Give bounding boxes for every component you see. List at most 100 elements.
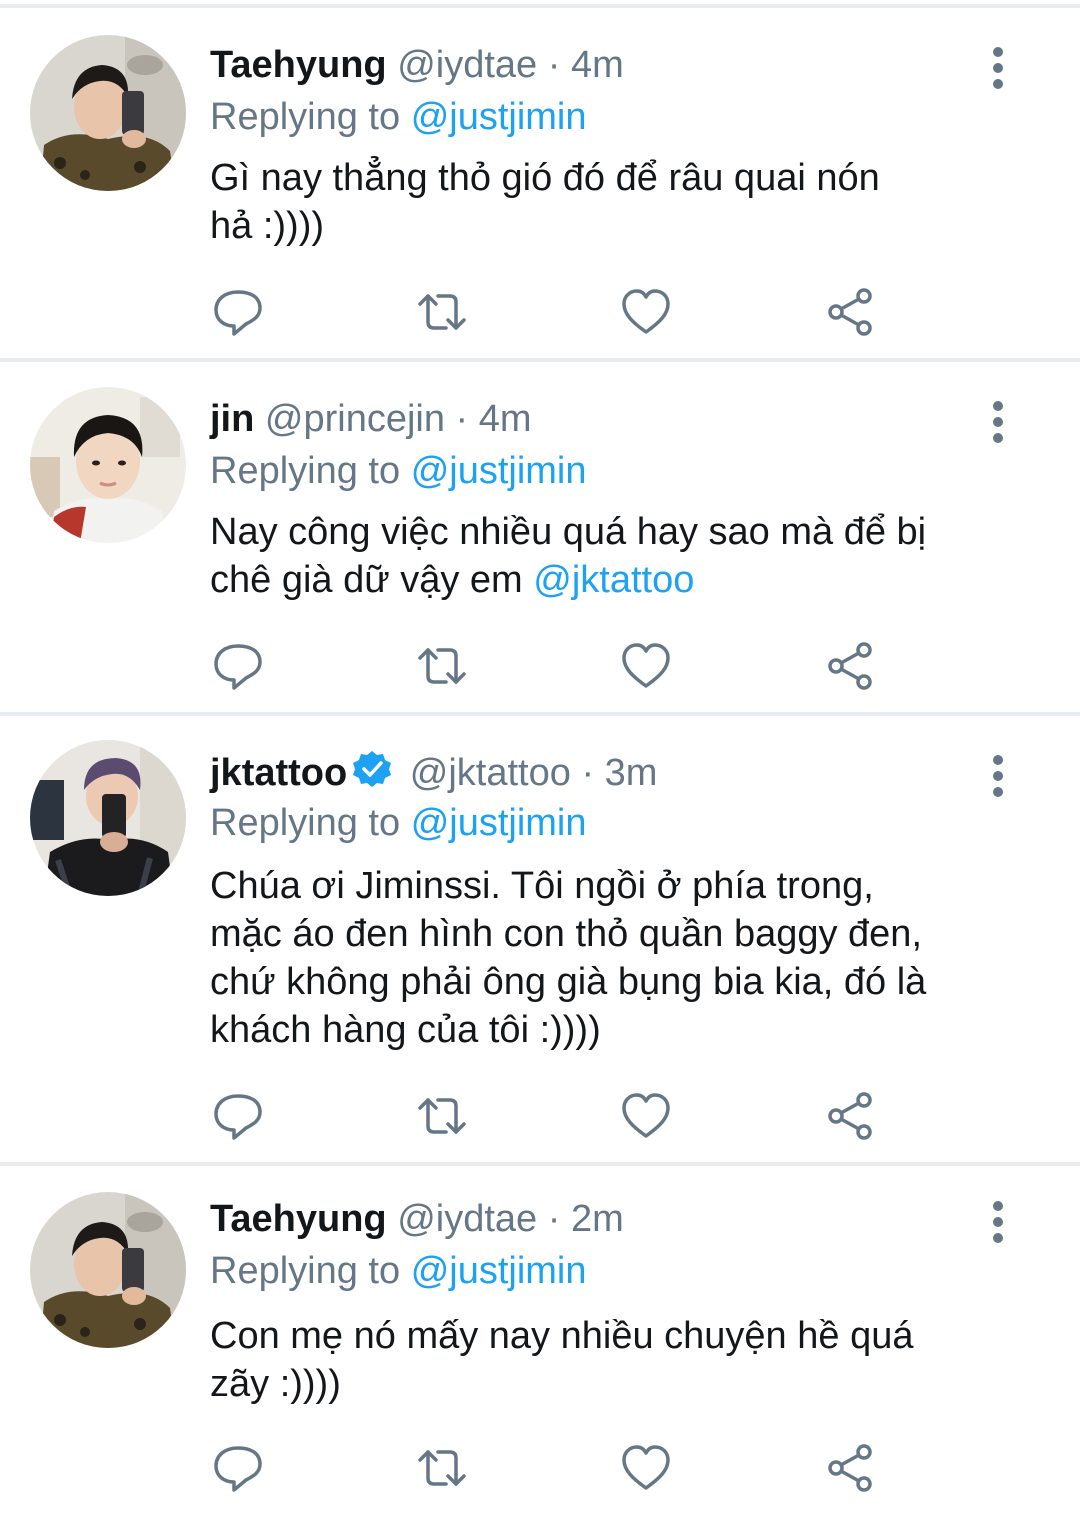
tweet-text-line: chê già dữ vậy em @jktattoo (210, 556, 1030, 604)
share-button[interactable] (822, 284, 878, 340)
heart-icon (622, 1445, 670, 1490)
retweet-icon (418, 294, 466, 330)
tweet-header: jktattoo @jktattoo · 3m (210, 748, 657, 798)
action-bar (210, 1088, 890, 1148)
heart-icon (622, 1093, 670, 1138)
more-vertical-icon[interactable] (980, 754, 1016, 798)
tweet-separator (0, 712, 1080, 716)
timestamp[interactable]: 3m (605, 752, 658, 794)
tweet-text-line: Nay công việc nhiều quá hay sao mà để bị (210, 511, 927, 553)
avatar[interactable] (30, 35, 186, 191)
action-bar (210, 638, 890, 698)
more-vertical-icon[interactable] (980, 1200, 1016, 1244)
reply-mention-link[interactable]: @justjimin (411, 96, 587, 138)
avatar-image (30, 35, 186, 191)
display-name[interactable]: jin (210, 398, 254, 440)
tweet-text-line: Gì nay thẳng thỏ gió đó để râu quai nón (210, 157, 880, 199)
user-handle[interactable]: @iydtae (397, 44, 537, 86)
reply-mention-link[interactable]: @justjimin (411, 802, 587, 844)
more-vertical-icon[interactable] (980, 400, 1016, 444)
user-handle[interactable]: @iydtae (397, 1198, 537, 1240)
share-icon (828, 1444, 872, 1492)
action-bar (210, 1440, 890, 1500)
timestamp[interactable]: 4m (479, 398, 532, 440)
retweet-icon (418, 1450, 466, 1486)
tweet-text-line: hả :)))) (210, 205, 324, 247)
like-button[interactable] (618, 638, 674, 694)
replying-to: Replying to @justjimin (210, 92, 587, 142)
retweet-button[interactable] (414, 1440, 470, 1496)
tweet-text-line: Con mẹ nó mấy nay nhiều chuyện hề quá (210, 1315, 914, 1357)
tweet-header: Taehyung @iydtae · 4m (210, 40, 624, 90)
share-button[interactable] (822, 638, 878, 694)
replying-to: Replying to @justjimin (210, 1246, 587, 1296)
share-icon (828, 642, 872, 690)
reply-mention-link[interactable]: @justjimin (411, 1250, 587, 1292)
share-icon (828, 288, 872, 336)
replying-label: Replying to (210, 450, 401, 492)
tweet-text-line: khách hàng của tôi :)))) (210, 1009, 601, 1051)
tweet-text-fragment: chê già dữ vậy em (210, 559, 534, 601)
heart-icon (622, 289, 670, 334)
separator-dot: · (547, 44, 561, 86)
tweet-text: Nay công việc nhiều quá hay sao mà để bị… (210, 508, 1030, 604)
display-name[interactable]: Taehyung (210, 44, 387, 86)
tweet-separator (0, 358, 1080, 362)
display-name[interactable]: jktattoo (210, 752, 347, 794)
tweet-text-line: Chúa ơi Jiminssi. Tôi ngồi ở phía trong, (210, 865, 874, 907)
reply-icon (214, 290, 262, 336)
verified-badge-icon (353, 751, 392, 787)
replying-to: Replying to @justjimin (210, 446, 587, 496)
tweet-text-line: mặc áo đen hình con thỏ quần baggy đen, (210, 913, 922, 955)
like-button[interactable] (618, 284, 674, 340)
retweet-icon (418, 1098, 466, 1134)
replying-label: Replying to (210, 96, 401, 138)
tweet-text: Con mẹ nó mấy nay nhiều chuyện hề quá zã… (210, 1312, 1030, 1408)
avatar[interactable] (30, 1192, 186, 1348)
tweet[interactable]: Taehyung @iydtae · 2m Replying to @justj… (0, 1192, 1080, 1519)
reply-mention-link[interactable]: @justjimin (411, 450, 587, 492)
reply-button[interactable] (210, 284, 266, 340)
tweet-header: jin @princejin · 4m (210, 394, 532, 444)
retweet-icon (418, 648, 466, 684)
tweet[interactable]: jin @princejin · 4m Replying to @justjim… (0, 387, 1080, 712)
reply-button[interactable] (210, 1440, 266, 1496)
heart-icon (622, 643, 670, 688)
avatar[interactable] (30, 387, 186, 543)
retweet-button[interactable] (414, 638, 470, 694)
reply-icon (214, 1446, 262, 1492)
share-icon (828, 1092, 872, 1140)
timestamp[interactable]: 4m (571, 44, 624, 86)
tweet-header: Taehyung @iydtae · 2m (210, 1194, 624, 1244)
retweet-button[interactable] (414, 1088, 470, 1144)
separator-dot: · (547, 1198, 561, 1240)
retweet-button[interactable] (414, 284, 470, 340)
display-name[interactable]: Taehyung (210, 1198, 387, 1240)
more-vertical-icon[interactable] (980, 46, 1016, 90)
inline-mention-link[interactable]: @jktattoo (533, 559, 694, 601)
share-button[interactable] (822, 1088, 878, 1144)
tweet-text: Gì nay thẳng thỏ gió đó để râu quai nón … (210, 154, 1030, 250)
user-handle[interactable]: @princejin (265, 398, 445, 440)
avatar-image (30, 740, 186, 896)
tweet[interactable]: jktattoo @jktattoo · 3m Replying to @jus… (0, 740, 1080, 1162)
share-button[interactable] (822, 1440, 878, 1496)
like-button[interactable] (618, 1440, 674, 1496)
top-separator (0, 4, 1080, 8)
avatar[interactable] (30, 740, 186, 896)
tweet-text-line: zãy :)))) (210, 1363, 341, 1405)
separator-dot: · (455, 398, 469, 440)
timestamp[interactable]: 2m (571, 1198, 624, 1240)
action-bar (210, 284, 890, 344)
tweet-text: Chúa ơi Jiminssi. Tôi ngồi ở phía trong,… (210, 862, 1030, 1054)
avatar-image (30, 1192, 186, 1348)
reply-icon (214, 1094, 262, 1140)
reply-icon (214, 644, 262, 690)
replying-to: Replying to @justjimin (210, 798, 587, 848)
reply-button[interactable] (210, 638, 266, 694)
tweet[interactable]: Taehyung @iydtae · 4m Replying to @justj… (0, 35, 1080, 358)
reply-button[interactable] (210, 1088, 266, 1144)
user-handle[interactable]: @jktattoo (410, 752, 571, 794)
like-button[interactable] (618, 1088, 674, 1144)
tweet-separator (0, 1162, 1080, 1166)
